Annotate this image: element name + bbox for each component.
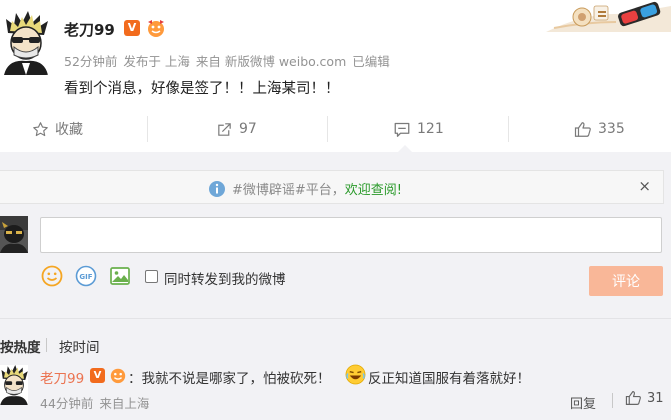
post-location: 发布于 上海 [123, 54, 190, 69]
card-decoration-image [546, 0, 671, 32]
like-button[interactable]: 335 [574, 114, 625, 144]
comment-author-name[interactable]: 老刀99 [40, 367, 84, 387]
post-content: 看到个消息，好像是签了！！上海某司！！ [64, 81, 340, 97]
comment-like-button[interactable]: 31 [625, 390, 664, 406]
comment-icon [394, 122, 410, 137]
info-icon [209, 180, 225, 197]
comment-text: ：我就不说是哪家了，怕被砍死！ [128, 371, 331, 387]
thumbs-up-icon [625, 391, 641, 405]
image-icon[interactable] [109, 265, 131, 287]
forward-label[interactable]: 同时转发到我的微博 [164, 268, 286, 288]
post-time[interactable]: 52分钟前 [64, 54, 117, 69]
forward-checkbox[interactable] [145, 270, 158, 283]
repost-button[interactable]: 97 [216, 114, 257, 144]
comment-button[interactable]: 121 [393, 114, 444, 144]
close-icon[interactable]: × [638, 177, 651, 195]
action-divider [147, 116, 148, 142]
comment-like-count: 31 [647, 390, 664, 406]
thumbs-up-icon [574, 121, 591, 137]
sort-by-time-tab[interactable]: 按时间 [59, 336, 100, 356]
gif-icon[interactable]: GIF [75, 265, 97, 287]
medal-icon [146, 18, 166, 38]
action-divider [327, 116, 328, 142]
author-avatar[interactable] [0, 11, 52, 75]
favorite-label: 收藏 [55, 122, 83, 138]
reply-button[interactable]: 回复 [570, 393, 596, 412]
sort-by-hot-tab[interactable]: 按热度 [0, 336, 41, 356]
comment-time: 44分钟前 [40, 396, 94, 411]
like-count: 335 [598, 121, 625, 137]
gif-label: GIF [79, 273, 92, 281]
favorite-button[interactable]: 收藏 [32, 114, 83, 144]
post-action-bar: 收藏 97 121 335 [0, 114, 671, 144]
notice-link[interactable]: 欢迎查阅! [345, 179, 402, 198]
verified-icon: V [124, 20, 140, 36]
verified-icon: V [90, 368, 105, 383]
comment-source: 来自上海 [99, 396, 150, 411]
post-source[interactable]: 来自 新版微博 weibo.com [196, 54, 346, 69]
action-divider [508, 116, 509, 142]
comment-panel-caret [397, 145, 413, 153]
rumor-notice-bar: #微博辟谣#平台， 欢迎查阅! × [0, 170, 664, 204]
sort-divider [46, 338, 47, 352]
laughing-emoji-icon [345, 364, 366, 385]
comment-meta: 44分钟前 来自上海 [40, 393, 155, 412]
repost-count: 97 [239, 121, 257, 137]
notice-text: #微博辟谣#平台， [232, 183, 345, 198]
medal-icon [109, 366, 127, 384]
comment-count: 121 [417, 121, 444, 137]
post-edited[interactable]: 已编辑 [352, 54, 390, 69]
comment-author-avatar[interactable] [0, 365, 28, 405]
section-divider [0, 318, 671, 319]
post-meta: 52分钟前 发布于 上海 来自 新版微博 weibo.com 已编辑 [64, 51, 396, 70]
comment-text-continued: 反正知道国服有着落就好！ [368, 371, 530, 387]
submit-comment-button[interactable]: 评论 [589, 266, 663, 296]
comment-action-divider [612, 393, 613, 408]
star-icon [33, 121, 48, 136]
current-user-avatar[interactable] [0, 216, 28, 253]
emoji-icon[interactable] [41, 265, 63, 287]
post-author-name[interactable]: 老刀99 [64, 19, 115, 40]
comment-input[interactable] [40, 217, 662, 253]
repost-icon [218, 122, 231, 136]
